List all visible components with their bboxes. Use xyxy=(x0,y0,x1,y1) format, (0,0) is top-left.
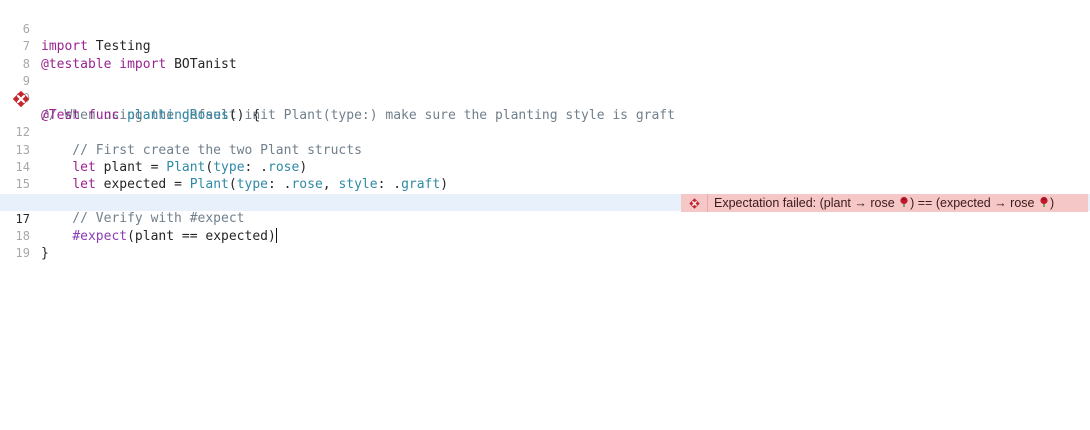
code-line[interactable]: 12 // First create the two Plant structs xyxy=(0,107,1090,157)
code-line[interactable]: 10 // When using the default init Plant(… xyxy=(0,73,1090,123)
test-failed-icon[interactable] xyxy=(12,90,30,108)
code-line[interactable]: 14 let expected = Plant(type: .rose, sty… xyxy=(0,142,1090,192)
code-line[interactable]: 18 } xyxy=(0,211,1090,261)
rose-icon xyxy=(1040,196,1048,207)
code-line[interactable]: 6 import Testing xyxy=(0,4,1090,54)
code-line[interactable]: 19 xyxy=(0,228,1090,260)
code-line[interactable]: 8 xyxy=(0,38,1090,71)
issue-message: Expectation failed: (plant → rose ) == (… xyxy=(714,194,1054,212)
issue-icon-area[interactable] xyxy=(681,193,708,212)
issue-message-part: ) == (expected → rose xyxy=(910,195,1038,210)
code-line[interactable]: 7 @testable import BOTanist xyxy=(0,21,1090,71)
code-text: } xyxy=(41,246,49,262)
code-editor[interactable]: 6 import Testing 7 @testable import BOTa… xyxy=(0,0,1090,430)
code-line[interactable]: 16 // Verify with #expect xyxy=(0,176,1090,226)
issue-message-part: Expectation failed: (plant → rose xyxy=(714,195,899,210)
code-line[interactable]: 13 let plant = Plant(type: .rose) xyxy=(0,124,1090,175)
code-line[interactable]: 15 xyxy=(0,159,1090,191)
code-line[interactable]: @Test func plantingRoses() { xyxy=(0,90,1090,123)
failure-diamond-icon xyxy=(689,197,700,209)
issue-message-part: ) xyxy=(1049,195,1055,210)
issue-banner[interactable]: Expectation failed: (plant → rose ) == (… xyxy=(681,193,1088,212)
code-line[interactable]: 9 xyxy=(0,56,1090,88)
rose-icon xyxy=(900,196,908,207)
line-number[interactable]: 19 xyxy=(0,245,30,262)
